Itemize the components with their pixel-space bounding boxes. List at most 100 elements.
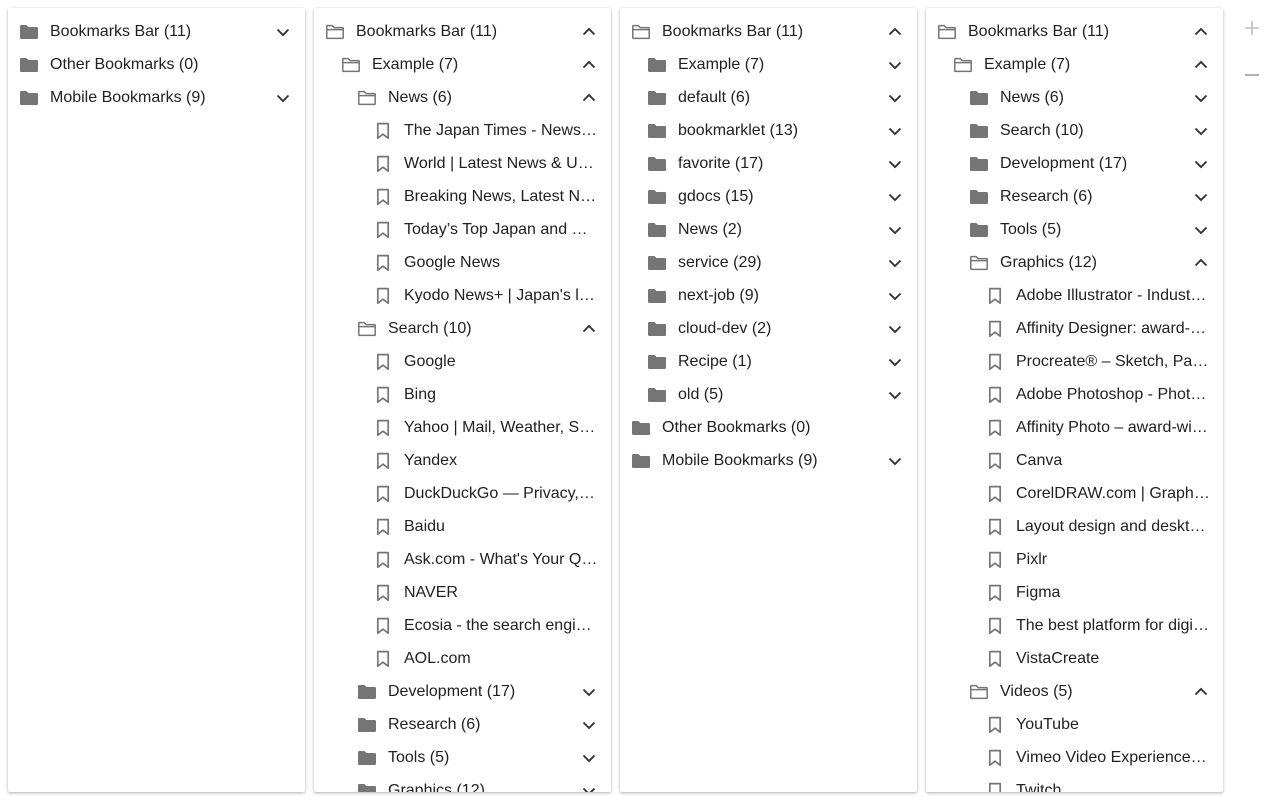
folder-row-example[interactable]: Example (7) bbox=[620, 48, 917, 81]
chevron-up-icon[interactable] bbox=[1189, 251, 1213, 275]
bookmark-row-kyodo-news-japan-s-leading-news[interactable]: Kyodo News+ | Japan's leading news bbox=[314, 279, 611, 312]
chevron-down-icon[interactable] bbox=[577, 779, 601, 792]
bookmark-row-canva[interactable]: Canva bbox=[926, 444, 1223, 477]
folder-row-development[interactable]: Development (17) bbox=[314, 675, 611, 708]
chevron-down-icon[interactable] bbox=[1189, 119, 1213, 143]
folder-row-gdocs[interactable]: gdocs (15) bbox=[620, 180, 917, 213]
chevron-up-icon[interactable] bbox=[883, 20, 907, 44]
folder-row-news[interactable]: News (2) bbox=[620, 213, 917, 246]
panel-scroll-area[interactable]: Bookmarks Bar (11) Other Bookmarks (0) Mob… bbox=[8, 8, 305, 114]
folder-row-old[interactable]: old (5) bbox=[620, 378, 917, 411]
folder-row-bookmarks-bar[interactable]: Bookmarks Bar (11) bbox=[620, 15, 917, 48]
chevron-down-icon[interactable] bbox=[883, 284, 907, 308]
chevron-up-icon[interactable] bbox=[1189, 680, 1213, 704]
panel-scroll-area[interactable]: Bookmarks Bar (11) Example (7) News (6) Sea… bbox=[926, 8, 1223, 792]
folder-row-recipe[interactable]: Recipe (1) bbox=[620, 345, 917, 378]
bookmark-row-google[interactable]: Google bbox=[314, 345, 611, 378]
bookmark-row-yahoo-mail-weather-search-politics-news[interactable]: Yahoo | Mail, Weather, Search, Politics,… bbox=[314, 411, 611, 444]
bookmark-row-figma[interactable]: Figma bbox=[926, 576, 1223, 609]
chevron-up-icon[interactable] bbox=[577, 86, 601, 110]
folder-row-other-bookmarks[interactable]: Other Bookmarks (0) bbox=[620, 411, 917, 444]
folder-row-service[interactable]: service (29) bbox=[620, 246, 917, 279]
bookmark-row-vistacreate[interactable]: VistaCreate bbox=[926, 642, 1223, 675]
chevron-down-icon[interactable] bbox=[577, 680, 601, 704]
folder-row-videos[interactable]: Videos (5) bbox=[926, 675, 1223, 708]
folder-row-graphics[interactable]: Graphics (12) bbox=[926, 246, 1223, 279]
folder-row-tools[interactable]: Tools (5) bbox=[314, 741, 611, 774]
zoom-out-button[interactable] bbox=[1240, 63, 1264, 87]
bookmark-row-ecosia-the-search-engine-that-plants-trees[interactable]: Ecosia - the search engine that plants t… bbox=[314, 609, 611, 642]
bookmark-row-adobe-photoshop-photo-editing-and-design-software[interactable]: Adobe Photoshop - Photo editing and desi… bbox=[926, 378, 1223, 411]
bookmark-row-adobe-illustrator-industry-standard-vector-graphics-software[interactable]: Adobe Illustrator - Industry-standard ve… bbox=[926, 279, 1223, 312]
folder-row-other-bookmarks[interactable]: Other Bookmarks (0) bbox=[8, 48, 305, 81]
bookmark-row-today-s-top-japan-and-world-news[interactable]: Today’s Top Japan and World News bbox=[314, 213, 611, 246]
bookmark-row-youtube[interactable]: YouTube bbox=[926, 708, 1223, 741]
bookmark-row-ask-com-what-s-your-question[interactable]: Ask.com - What's Your Question? bbox=[314, 543, 611, 576]
chevron-down-icon[interactable] bbox=[1189, 218, 1213, 242]
zoom-in-button[interactable] bbox=[1240, 16, 1264, 40]
bookmark-row-bing[interactable]: Bing bbox=[314, 378, 611, 411]
folder-row-bookmarklet[interactable]: bookmarklet (13) bbox=[620, 114, 917, 147]
panel-scroll-area[interactable]: Bookmarks Bar (11) Example (7) default (6)… bbox=[620, 8, 917, 477]
bookmark-panel-2[interactable]: Bookmarks Bar (11) Example (7) News (6) The… bbox=[314, 8, 611, 792]
bookmark-row-twitch[interactable]: Twitch bbox=[926, 774, 1223, 792]
chevron-up-icon[interactable] bbox=[1189, 53, 1213, 77]
bookmark-row-procreate-sketch-paint-create[interactable]: Procreate® – Sketch, Paint, Create. bbox=[926, 345, 1223, 378]
chevron-down-icon[interactable] bbox=[577, 713, 601, 737]
folder-row-mobile-bookmarks[interactable]: Mobile Bookmarks (9) bbox=[620, 444, 917, 477]
folder-row-bookmarks-bar[interactable]: Bookmarks Bar (11) bbox=[314, 15, 611, 48]
chevron-up-icon[interactable] bbox=[577, 317, 601, 341]
chevron-down-icon[interactable] bbox=[577, 746, 601, 770]
bookmark-row-coreldraw-com-graphic-design-software[interactable]: CorelDRAW.com | Graphic Design Software bbox=[926, 477, 1223, 510]
folder-row-tools[interactable]: Tools (5) bbox=[926, 213, 1223, 246]
folder-row-research[interactable]: Research (6) bbox=[314, 708, 611, 741]
chevron-down-icon[interactable] bbox=[883, 251, 907, 275]
bookmark-row-yandex[interactable]: Yandex bbox=[314, 444, 611, 477]
chevron-down-icon[interactable] bbox=[883, 53, 907, 77]
chevron-down-icon[interactable] bbox=[883, 218, 907, 242]
chevron-down-icon[interactable] bbox=[883, 152, 907, 176]
chevron-down-icon[interactable] bbox=[883, 185, 907, 209]
chevron-down-icon[interactable] bbox=[883, 317, 907, 341]
chevron-up-icon[interactable] bbox=[577, 20, 601, 44]
folder-row-search[interactable]: Search (10) bbox=[926, 114, 1223, 147]
folder-row-cloud-dev[interactable]: cloud-dev (2) bbox=[620, 312, 917, 345]
folder-row-search[interactable]: Search (10) bbox=[314, 312, 611, 345]
bookmark-row-affinity-designer-award-winning-graphic-design-software[interactable]: Affinity Designer: award-winning graphic… bbox=[926, 312, 1223, 345]
folder-row-bookmarks-bar[interactable]: Bookmarks Bar (11) bbox=[926, 15, 1223, 48]
panel-scroll-area[interactable]: Bookmarks Bar (11) Example (7) News (6) The… bbox=[314, 8, 611, 792]
bookmark-row-google-news[interactable]: Google News bbox=[314, 246, 611, 279]
folder-row-example[interactable]: Example (7) bbox=[314, 48, 611, 81]
folder-row-mobile-bookmarks[interactable]: Mobile Bookmarks (9) bbox=[8, 81, 305, 114]
folder-row-next-job[interactable]: next-job (9) bbox=[620, 279, 917, 312]
folder-row-news[interactable]: News (6) bbox=[926, 81, 1223, 114]
folder-row-favorite[interactable]: favorite (17) bbox=[620, 147, 917, 180]
bookmark-panel-4[interactable]: Bookmarks Bar (11) Example (7) News (6) Sea… bbox=[926, 8, 1223, 792]
chevron-down-icon[interactable] bbox=[1189, 152, 1213, 176]
bookmark-row-breaking-news-latest-news-and-videos[interactable]: Breaking News, Latest News and Videos bbox=[314, 180, 611, 213]
chevron-up-icon[interactable] bbox=[1189, 20, 1213, 44]
folder-row-bookmarks-bar[interactable]: Bookmarks Bar (11) bbox=[8, 15, 305, 48]
bookmark-row-naver[interactable]: NAVER bbox=[314, 576, 611, 609]
bookmark-row-the-best-platform-for-digital-design[interactable]: The best platform for digital design bbox=[926, 609, 1223, 642]
folder-row-default[interactable]: default (6) bbox=[620, 81, 917, 114]
chevron-down-icon[interactable] bbox=[883, 86, 907, 110]
chevron-down-icon[interactable] bbox=[271, 20, 295, 44]
chevron-up-icon[interactable] bbox=[577, 53, 601, 77]
bookmark-row-vimeo-video-experience-platform[interactable]: Vimeo Video Experience Platform bbox=[926, 741, 1223, 774]
chevron-down-icon[interactable] bbox=[883, 350, 907, 374]
folder-row-research[interactable]: Research (6) bbox=[926, 180, 1223, 213]
bookmark-row-aol-com[interactable]: AOL.com bbox=[314, 642, 611, 675]
folder-row-graphics[interactable]: Graphics (12) bbox=[314, 774, 611, 792]
folder-row-development[interactable]: Development (17) bbox=[926, 147, 1223, 180]
bookmark-row-baidu[interactable]: Baidu bbox=[314, 510, 611, 543]
chevron-down-icon[interactable] bbox=[1189, 185, 1213, 209]
folder-row-example[interactable]: Example (7) bbox=[926, 48, 1223, 81]
chevron-down-icon[interactable] bbox=[883, 449, 907, 473]
folder-row-news[interactable]: News (6) bbox=[314, 81, 611, 114]
bookmark-row-pixlr[interactable]: Pixlr bbox=[926, 543, 1223, 576]
bookmark-row-layout-design-and-desktop-publishing-software[interactable]: Layout design and desktop publishing sof… bbox=[926, 510, 1223, 543]
chevron-down-icon[interactable] bbox=[1189, 86, 1213, 110]
chevron-down-icon[interactable] bbox=[271, 86, 295, 110]
bookmark-panel-1[interactable]: Bookmarks Bar (11) Other Bookmarks (0) Mob… bbox=[8, 8, 305, 792]
